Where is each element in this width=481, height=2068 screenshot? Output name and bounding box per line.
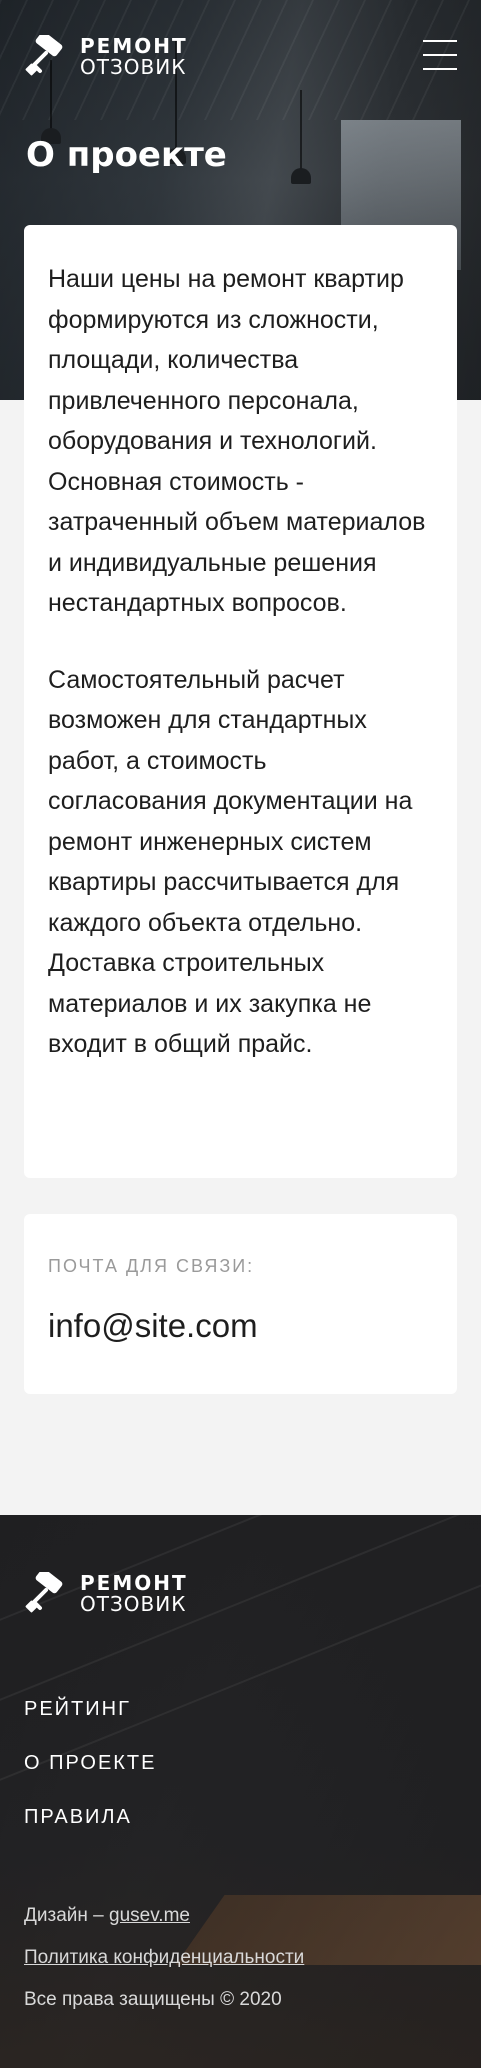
paint-roller-logo-icon bbox=[25, 35, 63, 76]
page-title: О проекте bbox=[26, 135, 227, 175]
contact-label: ПОЧТА ДЛЯ СВЯЗИ: bbox=[48, 1256, 255, 1276]
footer-nav-rules[interactable]: ПРАВИЛА bbox=[24, 1790, 157, 1844]
menu-line bbox=[423, 68, 457, 70]
privacy-row: Политика конфиденциальности bbox=[24, 1937, 304, 1979]
footer-meta: Дизайн – gusev.me Политика конфиденциаль… bbox=[24, 1895, 304, 2021]
hamburger-menu-icon[interactable] bbox=[423, 40, 457, 70]
contact-email-link[interactable]: info@site.com bbox=[48, 1307, 433, 1345]
copyright: Все права защищены © 2020 bbox=[24, 1989, 282, 2010]
footer-logo[interactable]: РЕМОНТ ОТЗОВИК bbox=[24, 1572, 188, 1616]
menu-line bbox=[423, 54, 457, 56]
logo-text: РЕМОНТ ОТЗОВИК bbox=[80, 36, 188, 78]
logo-title: РЕМОНТ bbox=[80, 1571, 188, 1595]
design-credit: Дизайн – gusev.me bbox=[24, 1895, 304, 1937]
logo-title: РЕМОНТ bbox=[80, 34, 188, 58]
logo-text: РЕМОНТ ОТЗОВИК bbox=[80, 1573, 188, 1615]
designer-link[interactable]: gusev.me bbox=[109, 1905, 190, 1926]
about-paragraph: Наши цены на ремонт квартир формируются … bbox=[48, 265, 426, 617]
site-header: РЕМОНТ ОТЗОВИК bbox=[0, 0, 481, 120]
site-footer: РЕМОНТ ОТЗОВИК РЕЙТИНГ О ПРОЕКТЕ ПРАВИЛА… bbox=[0, 1515, 481, 2068]
contact-card: ПОЧТА ДЛЯ СВЯЗИ: info@site.com bbox=[24, 1214, 457, 1394]
logo-subtitle: ОТЗОВИК bbox=[80, 1592, 187, 1616]
logo-subtitle: ОТЗОВИК bbox=[80, 55, 187, 79]
header-logo[interactable]: РЕМОНТ ОТЗОВИК bbox=[24, 35, 188, 79]
about-card: Наши цены на ремонт квартир формируются … bbox=[24, 225, 457, 1178]
footer-nav-about[interactable]: О ПРОЕКТЕ bbox=[24, 1736, 157, 1790]
privacy-policy-link[interactable]: Политика конфиденциальности bbox=[24, 1947, 304, 1968]
footer-nav: РЕЙТИНГ О ПРОЕКТЕ ПРАВИЛА bbox=[24, 1682, 157, 1844]
design-credit-prefix: Дизайн – bbox=[24, 1905, 109, 1926]
paint-roller-logo-icon bbox=[25, 1572, 63, 1613]
footer-nav-rating[interactable]: РЕЙТИНГ bbox=[24, 1682, 157, 1736]
about-paragraph: Самостоятельный расчет возможен для стан… bbox=[48, 665, 413, 1059]
menu-line bbox=[423, 40, 457, 42]
